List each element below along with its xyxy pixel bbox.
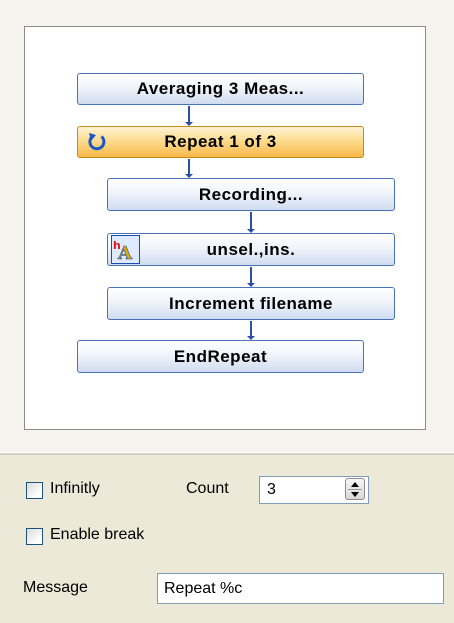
count-label: Count [186,480,229,497]
count-value: 3 [267,481,276,498]
enable-break-label: Enable break [50,526,145,543]
enable-break-checkbox[interactable] [26,528,43,545]
count-stepper[interactable] [345,478,365,500]
chevron-down-icon [351,491,359,497]
infinity-checkbox[interactable] [26,482,43,499]
flow-node-label: EndRepeat [173,346,268,366]
flow-area: Averaging 3 Meas... Repeat 1 of 3 Record… [0,0,454,452]
flow-connector [185,106,193,126]
flow-node-label: Repeat 1 of 3 [164,132,277,151]
count-increment-button[interactable] [346,479,364,489]
panel-divider [0,452,454,455]
svg-text:A: A [117,243,133,263]
flow-node-increment-filename[interactable]: Increment filename [107,287,395,320]
repeat-icon [86,131,108,153]
infinity-label: Infinitly [50,480,100,497]
message-label: Message [23,579,88,596]
flow-node-recording[interactable]: Recording... [107,178,395,211]
flow-connector [247,267,255,287]
chevron-up-icon [351,481,359,487]
flow-node-unsel-ins[interactable]: h A unsel.,ins. [107,233,395,266]
flow-connector [247,321,255,340]
flow-node-averaging[interactable]: Averaging 3 Meas... [77,73,364,105]
flow-canvas: Averaging 3 Meas... Repeat 1 of 3 Record… [24,26,426,430]
flow-node-label: Averaging 3 Meas... [136,79,305,98]
insert-icon: h A [111,235,140,264]
message-value: Repeat %c [164,579,243,597]
message-input[interactable]: Repeat %c [157,573,444,604]
flow-node-label: unsel.,ins. [206,239,296,259]
flow-node-repeat[interactable]: Repeat 1 of 3 [77,126,364,158]
flow-connector [247,212,255,233]
flow-node-label: Increment filename [169,293,333,313]
flow-connector [185,159,193,178]
count-decrement-button[interactable] [346,489,364,499]
flow-node-endrepeat[interactable]: EndRepeat [77,340,364,373]
flow-node-label: Recording... [198,184,304,204]
